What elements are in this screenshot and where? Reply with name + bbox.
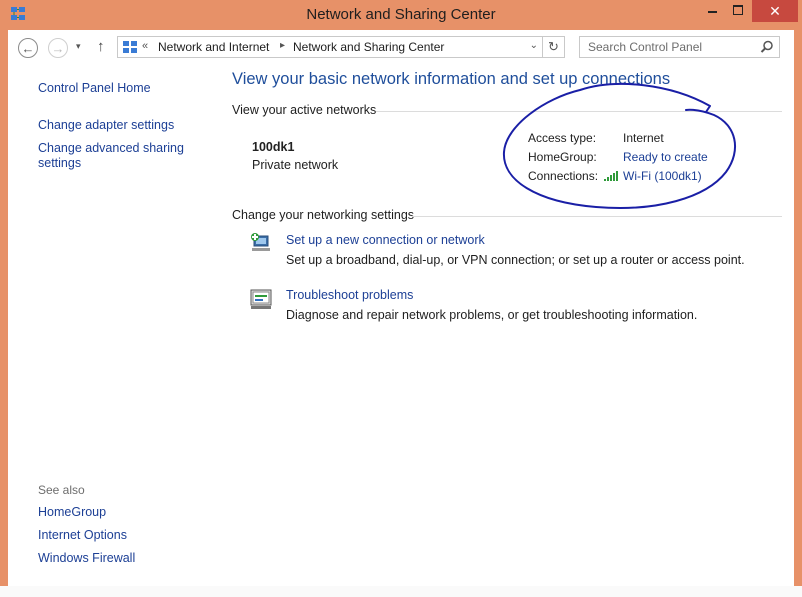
network-name: 100dk1 — [252, 140, 295, 154]
divider — [412, 216, 782, 217]
troubleshoot-problems-description: Diagnose and repair network problems, or… — [286, 308, 698, 322]
back-button[interactable]: ← — [18, 38, 38, 58]
windows-firewall-link[interactable]: Windows Firewall — [38, 551, 135, 565]
refresh-button[interactable]: ↻ — [543, 36, 565, 58]
search-box[interactable] — [579, 36, 780, 58]
recent-locations-button[interactable]: ▾ — [76, 41, 81, 52]
forward-button[interactable]: → — [48, 38, 68, 58]
see-also-heading: See also — [38, 483, 85, 497]
window-frame: Network and Sharing Center ✕ ← → ▾ ↑ « N… — [0, 0, 802, 597]
breadcrumb-separator-icon[interactable]: ▸ — [280, 40, 285, 51]
background-text-strip — [0, 586, 802, 597]
search-input[interactable] — [580, 37, 758, 57]
new-connection-icon — [251, 233, 270, 251]
breadcrumb-network-and-internet[interactable]: Network and Internet — [158, 40, 269, 54]
up-button[interactable]: ↑ — [97, 38, 105, 55]
setup-connection-link[interactable]: Set up a new connection or network — [286, 233, 485, 247]
close-button[interactable]: ✕ — [752, 0, 798, 22]
hand-drawn-annotation — [502, 82, 736, 209]
change-advanced-sharing-settings-link[interactable]: Change advanced sharing settings — [38, 141, 198, 171]
network-type: Private network — [252, 158, 339, 172]
maximize-icon — [733, 5, 743, 15]
control-panel-home-link[interactable]: Control Panel Home — [38, 81, 151, 95]
networking-settings-heading: Change your networking settings — [232, 208, 415, 222]
homegroup-link[interactable]: HomeGroup — [38, 505, 106, 519]
troubleshoot-icon — [250, 289, 272, 309]
internet-options-link[interactable]: Internet Options — [38, 528, 127, 542]
minimize-button[interactable] — [700, 0, 724, 22]
window-content: ← → ▾ ↑ « Network and Internet ▸ Network… — [8, 30, 794, 586]
window-title: Network and Sharing Center — [306, 6, 496, 23]
address-dropdown-icon[interactable]: ⌄ — [530, 40, 538, 51]
navigation-bar: ← → ▾ ↑ « Network and Internet ▸ Network… — [8, 30, 794, 66]
search-icon[interactable] — [759, 39, 775, 55]
setup-connection-description: Set up a broadband, dial-up, or VPN conn… — [286, 253, 745, 267]
troubleshoot-problems-link[interactable]: Troubleshoot problems — [286, 288, 413, 302]
maximize-button[interactable] — [726, 0, 750, 22]
breadcrumb-network-and-sharing-center[interactable]: Network and Sharing Center — [293, 40, 444, 54]
active-networks-heading: View your active networks — [232, 103, 377, 117]
control-panel-icon — [123, 41, 137, 53]
title-bar[interactable]: Network and Sharing Center ✕ — [0, 0, 802, 30]
address-bar[interactable]: « Network and Internet ▸ Network and Sha… — [117, 36, 543, 58]
minimize-icon — [708, 11, 717, 13]
address-overflow-icon[interactable]: « — [142, 40, 148, 52]
change-adapter-settings-link[interactable]: Change adapter settings — [38, 118, 174, 132]
